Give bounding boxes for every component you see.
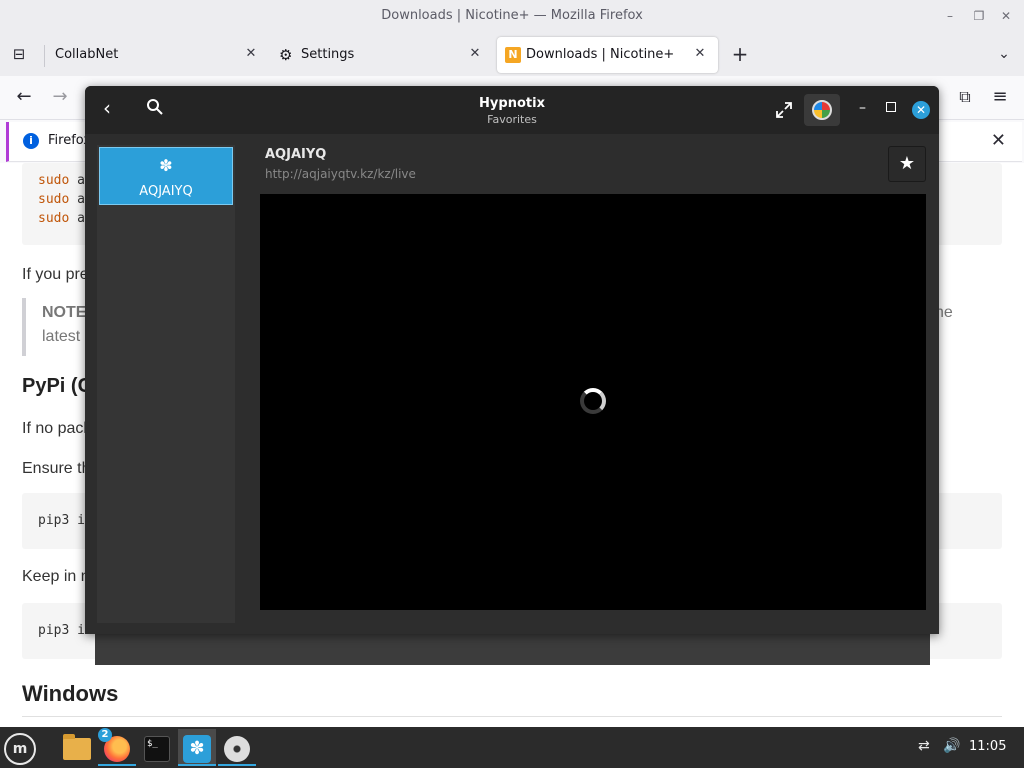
tab-close-icon[interactable]: ✕ (467, 46, 483, 62)
divider (22, 716, 1002, 717)
note-text: latest (42, 328, 81, 345)
channel-item[interactable]: ✽ AQJAIYQ (99, 147, 233, 205)
extensions-icon[interactable]: ⧉ (955, 87, 975, 107)
close-notification-icon[interactable]: ✕ (991, 130, 1006, 151)
paragraph: Ensure th (22, 460, 91, 477)
taskbar: m 2 $_ ✽ ⇄ 🔊 11:05 (0, 727, 1024, 768)
volume-icon[interactable]: 🔊 (943, 738, 960, 754)
close-icon[interactable]: ✕ (912, 101, 930, 119)
code-line: pip3 i (38, 513, 85, 528)
provider-button[interactable] (804, 94, 840, 126)
window-count-badge: 2 (98, 728, 112, 742)
forward-icon[interactable]: → (50, 87, 70, 107)
current-channel-name: AQJAIYQ (265, 147, 327, 162)
firefox-titlebar: Downloads | Nicotine+ — Mozilla Firefox … (0, 0, 1024, 34)
hypnotix-icon: ✽ (183, 735, 211, 763)
clock[interactable]: 11:05 (969, 739, 1006, 754)
hypnotix-window: ‹ Hypnotix Favorites – ✕ ✽ AQJAIYQ AQJAI… (85, 86, 939, 634)
network-icon[interactable]: ⇄ (918, 738, 930, 754)
hypnotix-launcher[interactable]: ✽ (178, 729, 216, 766)
firefox-launcher[interactable]: 2 (98, 728, 136, 766)
minimize-icon[interactable]: – (943, 9, 957, 23)
info-icon: i (23, 133, 39, 149)
folder-icon (63, 734, 91, 760)
tab-label: Downloads | Nicotine+ (526, 47, 675, 62)
loading-spinner-icon (580, 388, 606, 414)
channel-label: AQJAIYQ (139, 184, 193, 199)
tab-collabnet[interactable]: CollabNet ✕ (55, 37, 259, 73)
files-launcher[interactable] (58, 729, 96, 766)
tab-downloads-nicotine[interactable]: N Downloads | Nicotine+ ✕ (497, 37, 718, 73)
heading-pypi: PyPi (C (22, 375, 93, 397)
tab-close-icon[interactable]: ✕ (243, 46, 259, 62)
code-line: sudo a (38, 211, 85, 226)
window-shadow (95, 633, 930, 665)
star-icon: ★ (898, 153, 916, 174)
disc-launcher[interactable] (218, 729, 256, 766)
code-line: pip3 i (38, 623, 85, 638)
back-icon[interactable]: ← (14, 87, 34, 107)
mint-logo-icon: m (4, 733, 36, 765)
new-tab-icon[interactable]: + (730, 44, 750, 64)
tab-settings[interactable]: ⚙ Settings ✕ (279, 37, 483, 73)
current-channel-url: http://aqjaiyqtv.kz/kz/live (265, 167, 416, 181)
paragraph: Keep in m (22, 568, 95, 585)
menu-icon[interactable]: ≡ (990, 87, 1010, 107)
terminal-launcher[interactable]: $_ (138, 729, 176, 766)
tab-bar: ⊟ CollabNet ✕ ⚙ Settings ✕ N Downloads |… (0, 34, 1024, 76)
hypnotix-headerbar: ‹ Hypnotix Favorites – ✕ (85, 86, 939, 134)
code-line: sudo a (38, 192, 85, 207)
chevron-down-icon[interactable]: ⌄ (994, 44, 1014, 64)
fullscreen-icon[interactable] (775, 101, 793, 119)
minimize-icon[interactable]: – (859, 100, 866, 116)
tab-list-icon[interactable]: ⊟ (9, 44, 29, 64)
heading-windows: Windows (22, 681, 119, 706)
nicotine-icon: N (505, 47, 521, 63)
window-title: Downloads | Nicotine+ — Mozilla Firefox (381, 8, 643, 23)
paragraph: If you pre (22, 266, 89, 283)
paragraph: If no pack (22, 420, 92, 437)
tab-close-icon[interactable]: ✕ (692, 46, 708, 62)
channel-sidebar: ✽ AQJAIYQ (97, 145, 235, 623)
disc-icon (224, 736, 250, 762)
favorite-star-button[interactable]: ★ (888, 146, 926, 182)
code-line: sudo a (38, 173, 85, 188)
menu-button[interactable]: m (0, 729, 38, 766)
video-player[interactable] (260, 194, 926, 610)
tab-label: CollabNet (55, 47, 119, 62)
tab-label: Settings (301, 47, 355, 62)
close-icon[interactable]: ✕ (999, 9, 1013, 23)
terminal-icon: $_ (144, 736, 170, 762)
provider-icon (812, 100, 832, 120)
restore-icon[interactable]: ❐ (972, 9, 986, 23)
maximize-icon[interactable] (886, 102, 896, 112)
tab-separator (44, 45, 45, 67)
note-label: NOTE (42, 304, 87, 321)
gear-icon: ⚙ (279, 46, 293, 64)
channel-logo-icon: ✽ (159, 156, 173, 175)
